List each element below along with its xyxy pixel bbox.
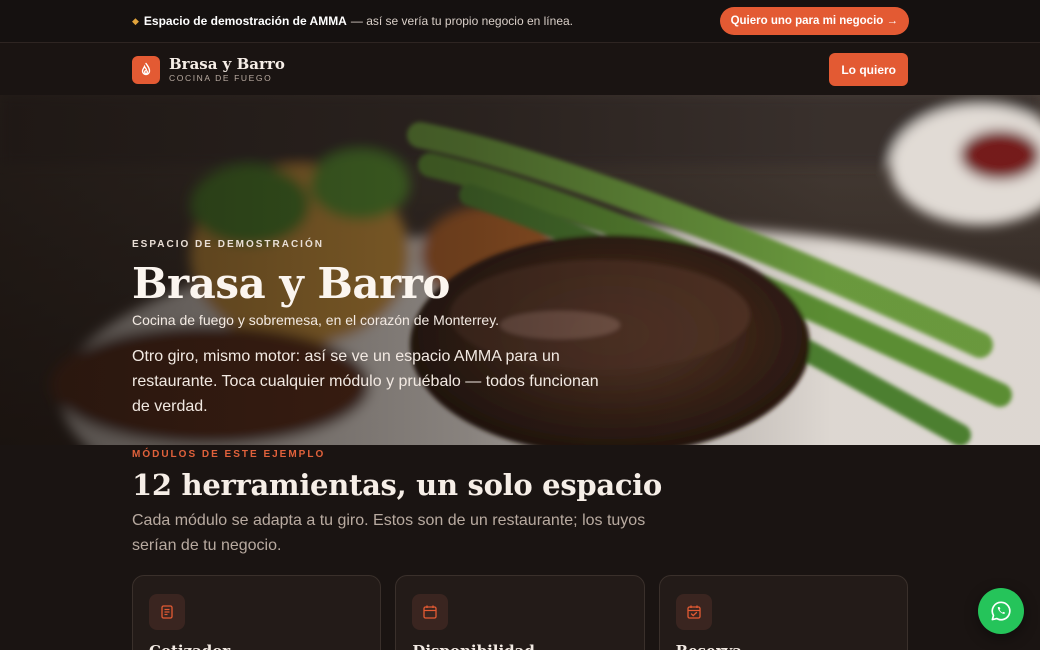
modules-title: 12 herramientas, un solo espacio	[132, 468, 662, 502]
whatsapp-icon	[991, 601, 1011, 621]
modules-kicker: MÓDULOS DE ESTE EJEMPLO	[132, 449, 326, 460]
diamond-icon: ◆	[132, 15, 139, 26]
brand-tagline: COCINA DE FUEGO	[169, 72, 273, 83]
module-card-title: Cotizador	[149, 642, 364, 650]
hero-eyebrow: ESPACIO DE DEMOSTRACIÓN	[132, 239, 324, 250]
module-cards: Cotizador Disponibilidad Reserva	[132, 575, 908, 650]
module-card-reserva[interactable]: Reserva	[658, 575, 908, 650]
demo-message-strong: Espacio de demostración de AMMA	[143, 14, 347, 28]
demo-cta-button[interactable]: Quiero uno para mi negocio →	[719, 7, 909, 35]
module-card-title: Reserva	[676, 642, 891, 650]
brand[interactable]: Brasa y Barro COCINA DE FUEGO	[132, 54, 285, 84]
site-header: Brasa y Barro COCINA DE FUEGO Lo quiero	[0, 44, 1040, 95]
brand-name: Brasa y Barro	[169, 54, 285, 73]
hero-description: Otro giro, mismo motor: así se ve un esp…	[132, 348, 599, 415]
hero-subtitle: Cocina de fuego y sobremesa, en el coraz…	[132, 312, 500, 328]
module-card-disponibilidad[interactable]: Disponibilidad	[395, 575, 645, 650]
calendar-icon	[412, 594, 449, 630]
flame-icon	[132, 55, 160, 84]
modules-section: MÓDULOS DE ESTE EJEMPLO 12 herramientas,…	[132, 446, 908, 558]
modules-lede: Cada módulo se adapta a tu giro. Estos s…	[132, 512, 646, 554]
calendar-check-icon	[675, 594, 712, 630]
whatsapp-button[interactable]	[978, 588, 1024, 634]
module-card-title: Disponibilidad	[412, 642, 627, 650]
receipt-icon	[149, 594, 185, 630]
demo-banner: ◆ Espacio de demostración de AMMA — así …	[0, 0, 1040, 43]
module-card-cotizador[interactable]: Cotizador	[132, 575, 382, 650]
demo-message-rest: — así se vería tu propio negocio en líne…	[350, 14, 573, 28]
hero-title: Brasa y Barro	[132, 259, 450, 308]
demo-message: ◆ Espacio de demostración de AMMA — así …	[132, 14, 573, 28]
hero: ESPACIO DE DEMOSTRACIÓN Brasa y Barro Co…	[0, 95, 1040, 445]
header-cta-button[interactable]: Lo quiero	[829, 53, 908, 86]
